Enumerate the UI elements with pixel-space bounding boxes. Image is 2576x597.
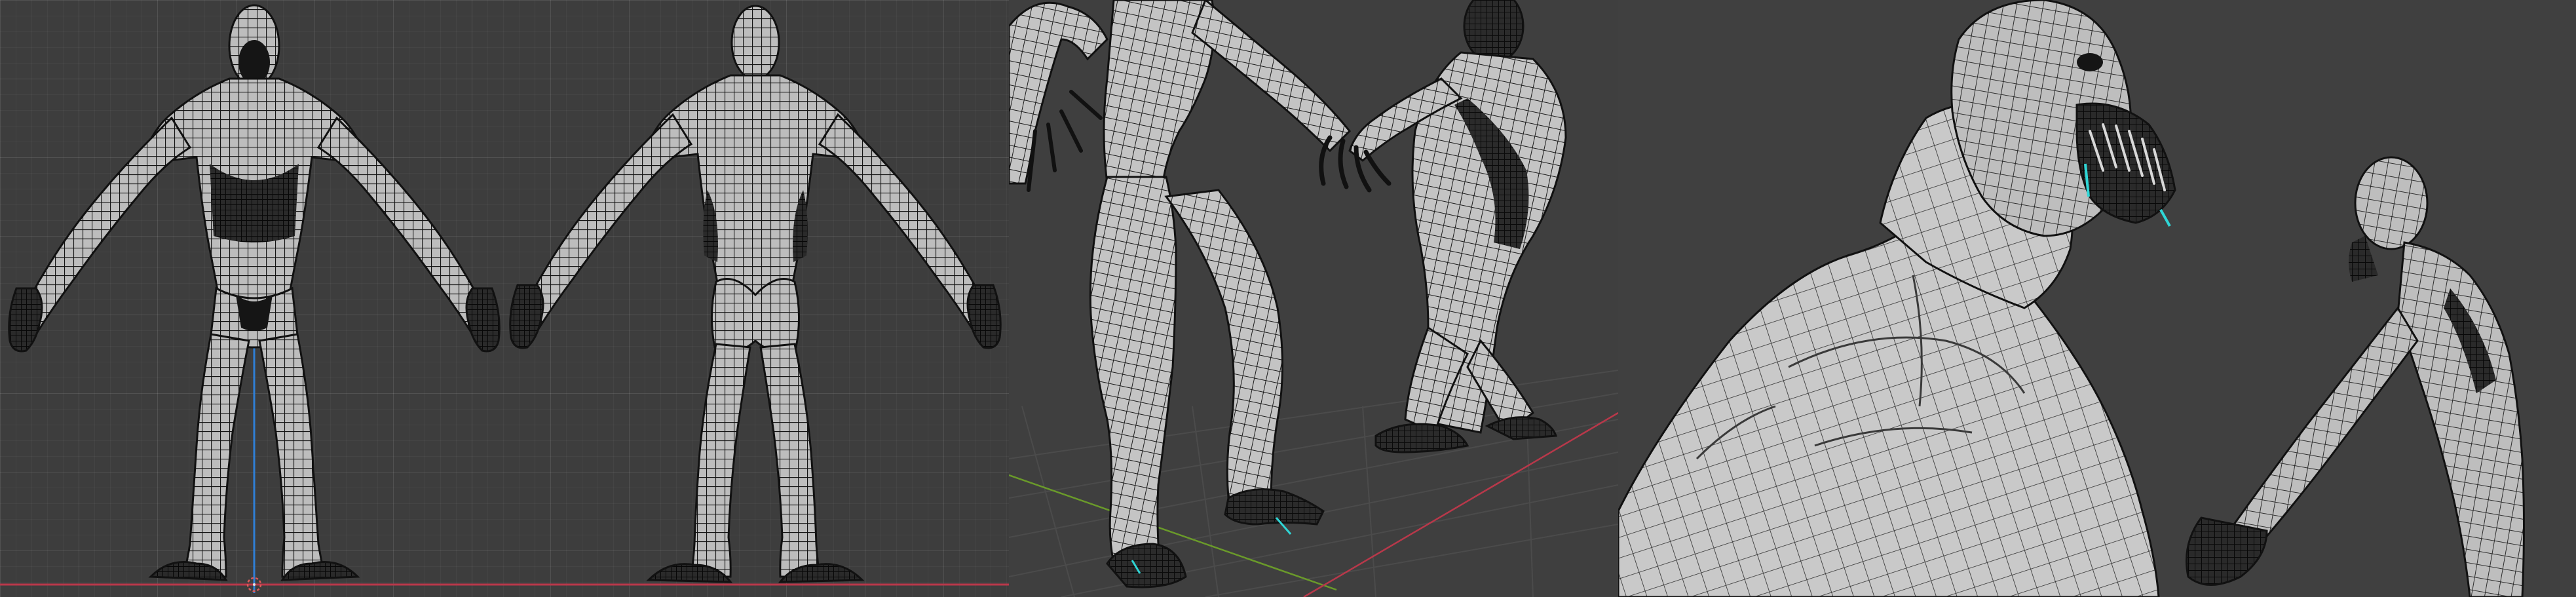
viewport-close-up[interactable]: [1618, 0, 2576, 597]
creature-near: [1009, 0, 1352, 588]
creature-far: [1319, 0, 1567, 453]
viewport-perspective-body[interactable]: [1009, 0, 1618, 597]
viewport-orthographic[interactable]: [0, 0, 1009, 597]
back-view-figure: [509, 5, 1002, 583]
ortho-scene: [0, 4, 1009, 593]
close-up-scene: [1618, 0, 2525, 597]
viewport-strip: [0, 0, 2576, 597]
creature-head-torso: [1618, 0, 2176, 597]
perspective-scene: [1009, 0, 1618, 597]
creature-background: [2186, 156, 2525, 597]
